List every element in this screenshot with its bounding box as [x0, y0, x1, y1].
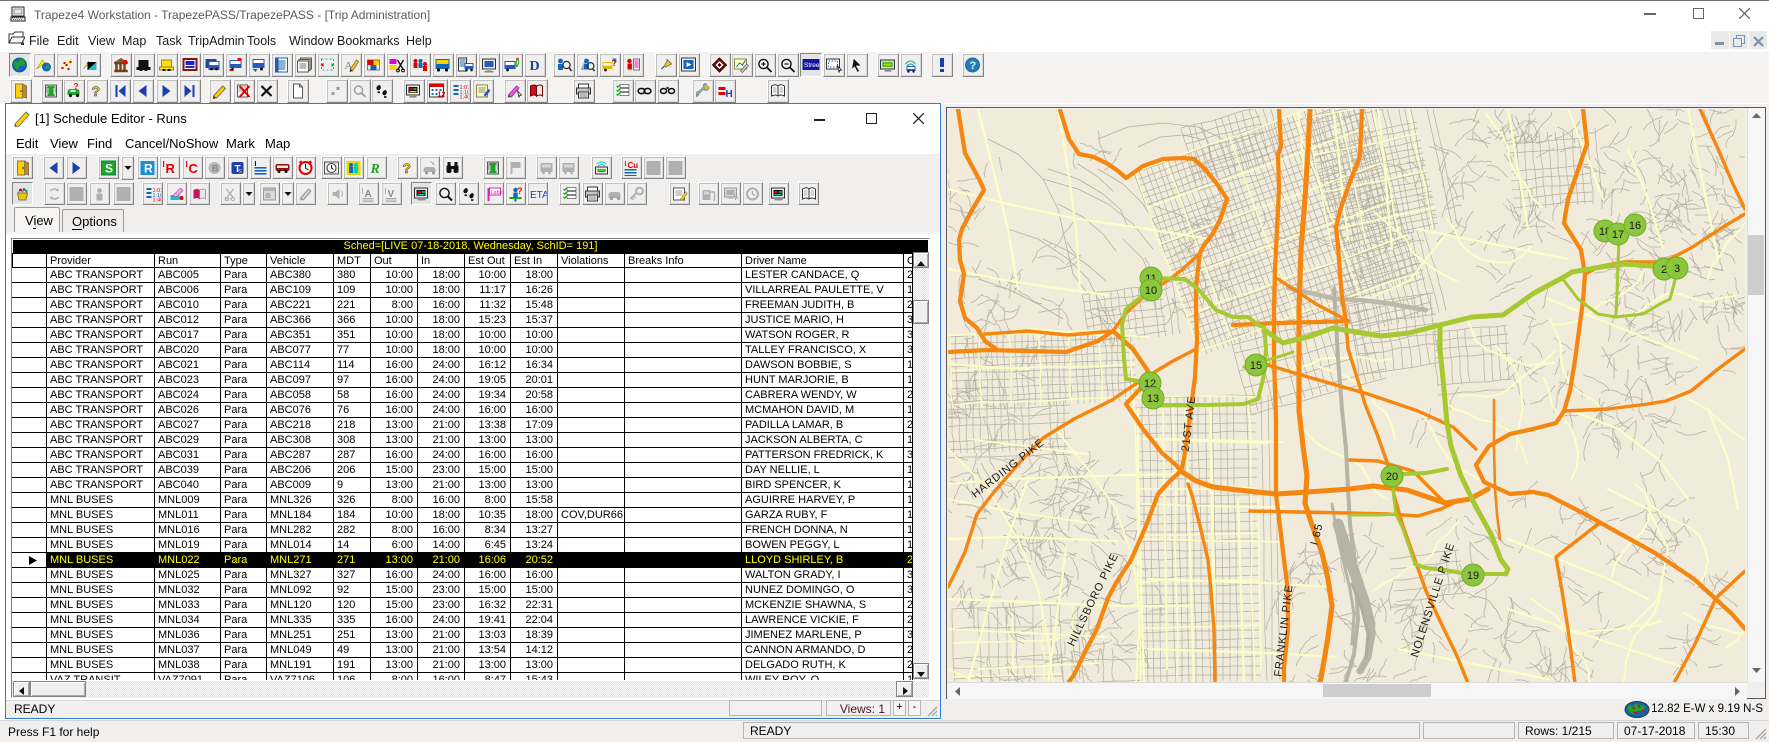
svg-text:12: 12	[438, 92, 446, 99]
svg-text:Trn: Trn	[223, 197, 231, 202]
svg-text:17: 17	[1612, 229, 1624, 241]
svg-text:16: 16	[1629, 220, 1641, 232]
svg-text:C: C	[188, 161, 198, 176]
svg-text:I: I	[254, 161, 256, 168]
svg-text:ETA: ETA	[530, 190, 547, 201]
svg-text:Street: Street	[804, 62, 820, 69]
svg-text:3: 3	[1674, 263, 1680, 275]
svg-text:1:40: 1:40	[460, 95, 469, 100]
svg-text:?: ?	[970, 60, 977, 72]
svg-text:?: ?	[402, 160, 411, 176]
svg-text:?: ?	[92, 83, 101, 99]
svg-text:R: R	[369, 162, 379, 176]
svg-text:Label: Label	[490, 190, 502, 196]
svg-text:D: D	[530, 59, 540, 73]
svg-text:R: R	[165, 161, 175, 176]
svg-text:B: B	[212, 163, 219, 173]
svg-text:I: I	[185, 160, 187, 169]
svg-text:1:40: 1:40	[152, 197, 161, 202]
svg-text:s: s	[238, 168, 242, 175]
svg-text:I: I	[384, 187, 386, 196]
svg-text:13: 13	[1147, 393, 1159, 405]
svg-text:I: I	[162, 160, 164, 169]
svg-text:19: 19	[1467, 570, 1479, 582]
svg-text:I: I	[624, 161, 626, 168]
svg-text:15: 15	[1250, 360, 1262, 372]
svg-text:R: R	[144, 161, 153, 175]
svg-text:H: H	[726, 89, 733, 99]
svg-text:20: 20	[1386, 471, 1398, 483]
svg-text:?: ?	[517, 186, 523, 196]
svg-text:?: ?	[74, 83, 79, 91]
svg-text:S: S	[105, 161, 113, 175]
svg-text:I: I	[361, 187, 363, 196]
svg-text:10: 10	[1145, 285, 1157, 297]
svg-text:Cu: Cu	[627, 161, 638, 170]
